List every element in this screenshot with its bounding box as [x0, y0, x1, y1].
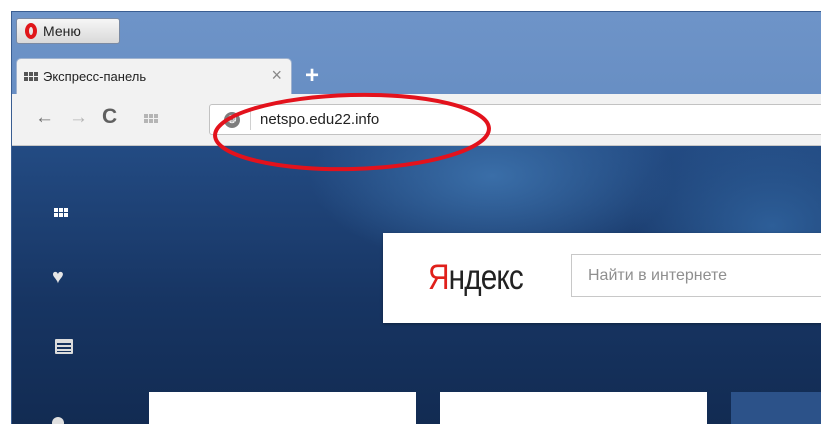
address-url[interactable]: netspo.edu22.info [260, 111, 379, 128]
navigation-toolbar: ← → C ❂ netspo.edu22.info [12, 94, 821, 146]
speed-dial-tile[interactable] [440, 392, 707, 424]
tab-title: Экспресс-панель [43, 69, 147, 84]
speed-dial-button-icon[interactable] [144, 114, 158, 123]
opera-logo-icon [25, 23, 37, 39]
forward-icon[interactable]: → [69, 107, 88, 129]
address-bar[interactable]: ❂ netspo.edu22.info [209, 104, 821, 135]
search-placeholder: Найти в интернете [588, 267, 728, 284]
yandex-logo-first: Я [428, 258, 449, 297]
sidebar-news-icon[interactable] [55, 339, 73, 354]
yandex-logo: Яндекс [428, 258, 524, 298]
yandex-logo-rest: ндекс [448, 258, 524, 297]
tab-speed-dial[interactable]: Экспресс-панель × [16, 58, 292, 94]
speed-dial-tile[interactable] [149, 392, 416, 424]
speed-dial-tile[interactable] [731, 392, 821, 424]
new-tab-button[interactable]: + [305, 62, 319, 90]
yandex-search-card: Яндекс Найти в интернете [383, 233, 821, 323]
speed-dial-page: ♥ Яндекс Найти в интернете [12, 146, 821, 424]
tab-close-icon[interactable]: × [271, 65, 282, 86]
site-info-icon[interactable]: ❂ [224, 112, 240, 128]
address-divider [250, 110, 251, 130]
opera-menu-button[interactable]: Меню [16, 18, 120, 44]
browser-window: Меню Экспресс-панель × + ← → C ❂ netspo.… [11, 11, 821, 424]
yandex-search-input[interactable]: Найти в интернете [571, 254, 821, 297]
back-icon[interactable]: ← [35, 107, 54, 129]
speed-dial-grid-icon [24, 72, 38, 81]
menu-label: Меню [43, 23, 81, 39]
reload-icon[interactable]: C [102, 105, 117, 129]
sidebar-bookmarks-heart-icon[interactable]: ♥ [52, 266, 64, 289]
sidebar-speed-dial-icon[interactable] [54, 208, 68, 217]
